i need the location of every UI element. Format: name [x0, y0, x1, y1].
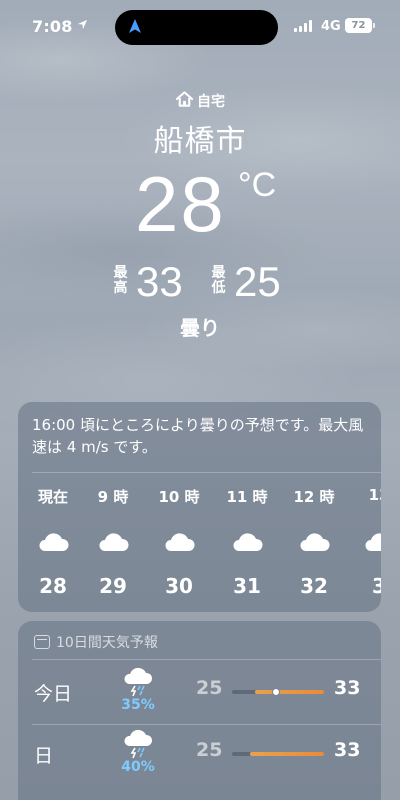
dynamic-island[interactable] — [115, 10, 278, 45]
hourly-forecast-card[interactable]: 16:00 頃にところにより曇りの予想です。最大風速は 4 m/s です。 現在… — [18, 402, 381, 612]
hour-label: 12 時 — [293, 488, 335, 506]
day-row[interactable]: 日 40% 25 33 — [18, 727, 381, 785]
temperature-range-track — [232, 752, 324, 756]
high-temperature: 33 — [136, 258, 183, 305]
hour-label: 現在 — [37, 488, 68, 506]
low-temperature: 25 — [234, 258, 281, 305]
hour-item[interactable]: 13 3 — [354, 486, 381, 598]
home-location-row: 自宅 — [0, 88, 400, 114]
cloud-icon — [222, 522, 272, 562]
calendar-icon — [34, 635, 50, 649]
day-name: 日 — [34, 745, 54, 767]
hour-item[interactable]: 現在 28 — [28, 486, 78, 598]
low-label: 最低 — [211, 265, 226, 296]
day-row[interactable]: 今日 35% 25 33 — [18, 665, 381, 723]
high-label: 最高 — [113, 265, 128, 296]
ten-day-title: 10日間天気予報 — [56, 635, 158, 651]
day-name: 今日 — [34, 683, 73, 705]
hour-temperature: 28 — [39, 574, 67, 598]
ten-day-forecast-card[interactable]: 10日間天気予報 今日 35% 25 33 日 40% 25 33 — [18, 621, 381, 800]
precipitation-chance: 40% — [121, 759, 155, 775]
city-name: 船橋市 — [153, 124, 247, 159]
cloud-icon — [28, 522, 78, 562]
status-time: 7:08 — [32, 17, 73, 36]
battery-nub — [373, 23, 375, 28]
precipitation-chance: 35% — [121, 697, 155, 713]
day-high: 33 — [334, 739, 361, 761]
location-arrow-icon — [77, 19, 88, 33]
day-high: 33 — [334, 677, 361, 699]
status-bar: 7:08 4G 72 — [0, 0, 400, 52]
hour-temperature: 30 — [165, 574, 193, 598]
weather-header: 自宅 船橋市 28 °C 最高 33 最低 25 曇り — [0, 88, 400, 341]
card-divider — [32, 724, 381, 725]
current-temperature-dot — [272, 688, 281, 696]
hour-label: 9 時 — [97, 488, 129, 506]
signal-icon — [294, 20, 316, 32]
hour-temperature: 29 — [99, 574, 127, 598]
battery-icon: 72 — [345, 18, 372, 33]
navigation-arrow-icon — [129, 19, 141, 37]
current-temperature-block: 28 °C — [0, 160, 400, 254]
hour-item[interactable]: 9 時 29 — [88, 486, 138, 598]
house-icon — [175, 90, 194, 112]
hour-item[interactable]: 12 時 32 — [289, 486, 339, 598]
hour-label: 13 — [368, 486, 381, 504]
hour-item[interactable]: 10 時 30 — [154, 486, 204, 598]
card-divider — [32, 472, 381, 473]
card-divider — [32, 659, 381, 660]
network-type: 4G — [321, 19, 341, 34]
thunderstorm-icon — [118, 727, 158, 761]
current-temperature: 28 — [135, 160, 226, 248]
day-low: 25 — [196, 739, 223, 761]
hour-temperature: 31 — [233, 574, 261, 598]
hour-item[interactable]: 11 時 31 — [222, 486, 272, 598]
cloud-icon — [354, 522, 381, 562]
temperature-range-track — [232, 688, 324, 696]
ten-day-header: 10日間天気予報 — [34, 632, 158, 652]
condition-text: 曇り — [180, 316, 220, 340]
cloud-icon — [154, 522, 204, 562]
cloud-icon — [88, 522, 138, 562]
temperature-range-bar — [250, 752, 324, 756]
home-label: 自宅 — [197, 94, 225, 110]
hour-temperature: 3 — [372, 574, 381, 598]
high-low-row: 最高 33 最低 25 — [0, 260, 400, 308]
hour-temperature: 32 — [300, 574, 328, 598]
cloud-icon — [289, 522, 339, 562]
temperature-range-bar — [255, 690, 324, 694]
temperature-unit: °C — [238, 166, 277, 204]
forecast-summary: 16:00 頃にところにより曇りの予想です。最大風速は 4 m/s です。 — [32, 416, 364, 456]
day-low: 25 — [196, 677, 223, 699]
thunderstorm-icon — [118, 665, 158, 699]
hour-label: 10 時 — [158, 488, 200, 506]
hour-label: 11 時 — [226, 488, 268, 506]
